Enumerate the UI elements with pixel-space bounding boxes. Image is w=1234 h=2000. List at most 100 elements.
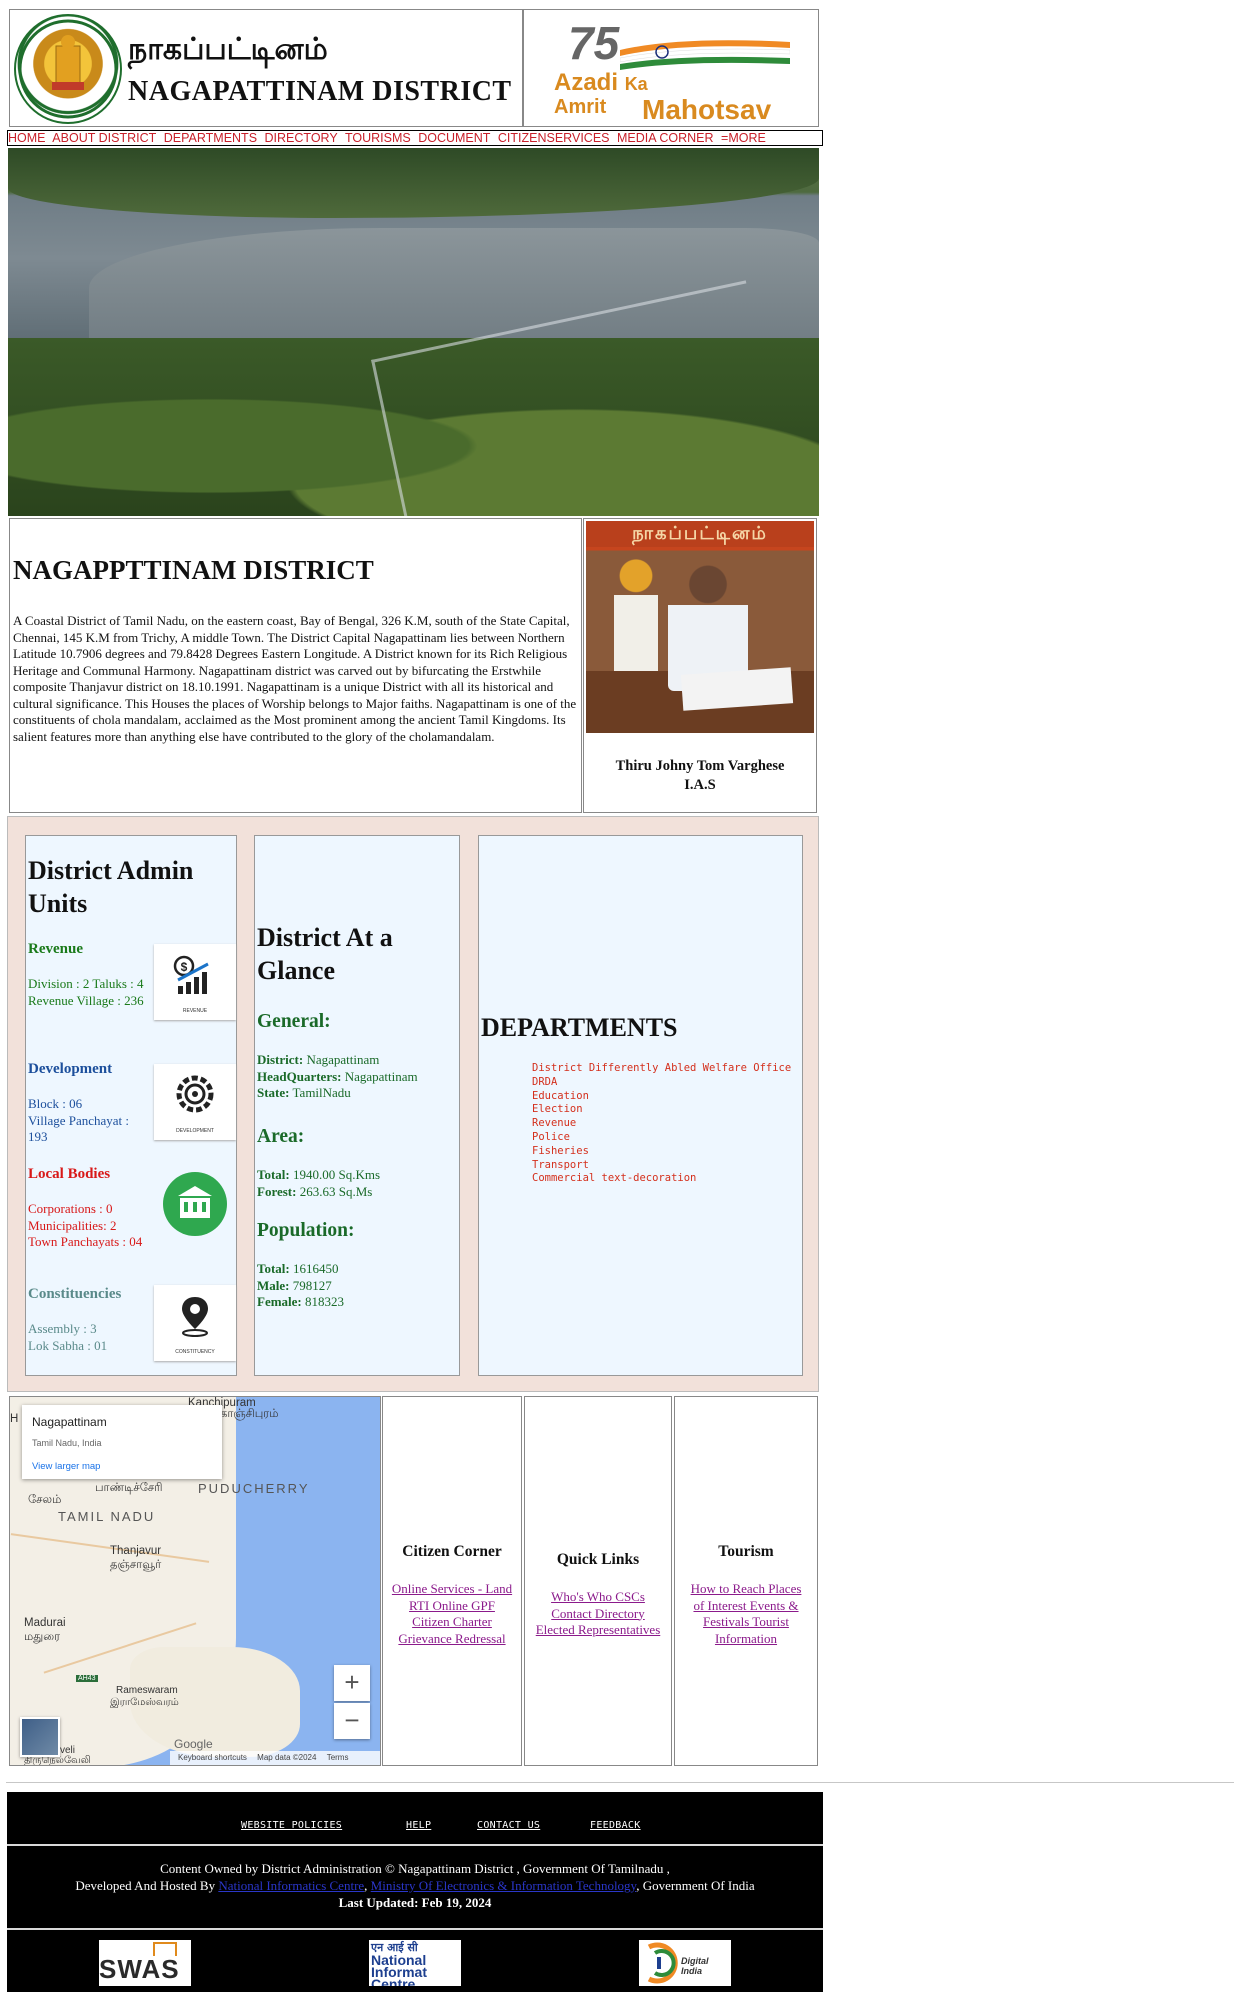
swaas-logo[interactable]: SWAS <box>99 1940 191 1986</box>
department-item[interactable]: Education <box>532 1090 791 1104</box>
revenue-icon[interactable]: $ REVENUE <box>154 944 236 1020</box>
footer-contact-us[interactable]: CONTACT US <box>477 1820 540 1831</box>
amrit-word: Amrit <box>554 96 607 118</box>
tourism-link[interactable]: How to Reach Places <box>691 1581 802 1596</box>
collector-name-line2: I.A.S <box>684 777 716 793</box>
map-satellite-toggle[interactable] <box>20 1717 60 1757</box>
azadi-75-text: 75 <box>568 17 620 69</box>
nic-logo[interactable]: एन आई सी National Informat Centre <box>369 1940 461 1986</box>
hero-banner-image <box>8 148 819 516</box>
footer-ownership: Content Owned by District Administration… <box>160 1861 670 1876</box>
map-zoom-in-button[interactable]: + <box>334 1665 370 1701</box>
citizen-corner-link[interactable]: RTI Online GPF <box>409 1598 495 1613</box>
quick-link[interactable]: Contact Directory <box>551 1606 645 1621</box>
footer-feedback[interactable]: FEEDBACK <box>590 1820 641 1831</box>
department-item[interactable]: Police <box>532 1131 791 1145</box>
collector-name-line1: Thiru Johny Tom Varghese <box>615 758 785 774</box>
map-zoom-out-button[interactable]: − <box>334 1703 370 1739</box>
quick-link[interactable]: Who's Who CSCs <box>551 1589 645 1604</box>
department-item[interactable]: DRDA <box>532 1076 791 1090</box>
map-road-badge: AH43 <box>76 1675 98 1682</box>
department-item[interactable]: Election <box>532 1103 791 1117</box>
glance-general-heading: General: <box>257 1011 331 1032</box>
department-item[interactable]: Revenue <box>532 1117 791 1131</box>
google-map-embed[interactable]: H Kanchipuram காஞ்சிபுரம் பாண்டிச்சேரி P… <box>9 1396 381 1766</box>
map-label-rameswaram: Rameswaram <box>116 1685 178 1696</box>
map-label-puducherry-ta: பாண்டிச்சேரி <box>95 1482 163 1494</box>
nav-citizen-services[interactable]: CITIZENSERVICES <box>498 131 610 145</box>
glance-value: 798127 <box>289 1277 332 1293</box>
citizen-corner-link[interactable]: Grievance Redressal <box>398 1631 505 1646</box>
map-label-salem-ta: சேலம் <box>28 1494 62 1506</box>
nav-more[interactable]: =MORE <box>721 131 766 145</box>
glance-key: District: <box>257 1052 304 1067</box>
revenue-icon-caption: REVENUE <box>182 1008 208 1014</box>
constituency-icon[interactable]: CONSTITUENCY <box>154 1285 236 1361</box>
development-icon[interactable]: DEVELOPMENT <box>154 1064 236 1140</box>
swaas-logo-mark <box>153 1942 177 1956</box>
map-label-thanjavur-ta: தஞ்சாவூர் <box>110 1559 162 1571</box>
mahotsav-word: Mahotsav <box>642 94 772 125</box>
footer-meity-link[interactable]: Ministry Of Electronics & Information Te… <box>371 1878 637 1893</box>
district-intro: NAGAPPTTINAM DISTRICT A Coastal District… <box>9 518 582 813</box>
map-label-puducherry: PUDUCHERRY <box>198 1481 310 1496</box>
glance-key: Male: <box>257 1277 290 1293</box>
azadi-word: Azadi <box>554 69 619 96</box>
digital-india-logo[interactable]: Digital India <box>639 1940 731 1986</box>
tourism-link[interactable]: Information <box>715 1631 777 1646</box>
revenue-chart-icon: $ <box>173 955 209 994</box>
citizen-corner-link[interactable]: Citizen Charter <box>412 1614 492 1629</box>
map-label: H <box>10 1413 19 1425</box>
map-label-thanjavur: Thanjavur <box>110 1545 162 1557</box>
citizen-corner-links: Online Services - Land RTI Online GPF Ci… <box>383 1581 521 1647</box>
map-keyboard-shortcuts[interactable]: Keyboard shortcuts <box>178 1753 247 1762</box>
glance-value: Nagapattinam <box>341 1068 418 1084</box>
tourism-link[interactable]: Festivals Tourist <box>703 1614 789 1629</box>
view-larger-map-link[interactable]: View larger map <box>32 1461 100 1472</box>
tourism-heading: Tourism <box>718 1543 774 1560</box>
map-data-attribution: Map data ©2024 <box>257 1753 317 1762</box>
nav-directory[interactable]: DIRECTORY <box>265 131 338 145</box>
nav-home[interactable]: HOME <box>8 131 46 145</box>
azadi-line1: Azadi Ka Amrit <box>554 69 648 119</box>
nav-tourisms[interactable]: TOURISMS <box>345 131 411 145</box>
glance-key: HeadQuarters: <box>257 1068 342 1084</box>
main-nav: HOME ABOUT DISTRICT DEPARTMENTS DIRECTOR… <box>7 130 823 146</box>
page-footer: WEBSITE POLICIES HELP CONTACT US FEEDBAC… <box>7 1792 823 1992</box>
footer-info: Content Owned by District Administration… <box>7 1860 823 1911</box>
map-label-rameswaram-ta: இராமேஸ்வரம் <box>110 1697 179 1708</box>
map-label-kanchipuram-ta: காஞ்சிபுரம் <box>220 1408 279 1420</box>
admin-units-heading: District Admin Units <box>28 856 194 918</box>
digital-india-logo-text: Digital India <box>681 1956 709 1976</box>
footer-nic-link[interactable]: National Informatics Centre <box>218 1878 364 1893</box>
footer-website-policies[interactable]: WEBSITE POLICIES <box>241 1820 342 1831</box>
quick-link[interactable]: Elected Representatives <box>536 1622 661 1637</box>
glance-population-list: Total: 1616450 Male: 798127 Female: 8183… <box>257 1261 344 1311</box>
local-bodies-icon[interactable] <box>154 1166 236 1242</box>
unit-local-bodies-line: Corporations : 0 <box>28 1201 113 1216</box>
department-item[interactable]: District Differently Abled Welfare Offic… <box>532 1062 791 1076</box>
nav-document[interactable]: DOCUMENT <box>418 131 490 145</box>
tourism-link[interactable]: of Interest Events & <box>693 1598 798 1613</box>
nav-about-district[interactable]: ABOUT DISTRICT <box>52 131 156 145</box>
glance-area-heading: Area: <box>257 1126 305 1147</box>
intro-heading: NAGAPPTTINAM DISTRICT <box>13 555 374 585</box>
hero-trees-top <box>8 148 819 218</box>
departments-heading: DEPARTMENTS <box>481 1013 678 1042</box>
nav-media-corner[interactable]: MEDIA CORNER <box>617 131 714 145</box>
emblem-icon <box>18 19 118 119</box>
unit-constituencies-line: Lok Sabha : 01 <box>28 1337 108 1353</box>
nav-departments[interactable]: DEPARTMENTS <box>164 131 257 145</box>
map-terms-link[interactable]: Terms <box>327 1753 349 1762</box>
glance-value: 1616450 <box>289 1261 339 1276</box>
department-item[interactable]: Commercial text-decoration <box>532 1172 791 1186</box>
unit-local-bodies-title: Local Bodies <box>28 1166 111 1182</box>
footer-help[interactable]: HELP <box>406 1820 431 1831</box>
unit-revenue-line: Revenue Village : 236 <box>28 992 144 1008</box>
department-item[interactable]: Fisheries <box>532 1145 791 1159</box>
photo-banner: நாகப்பட்டினம் <box>586 521 814 547</box>
department-item[interactable]: Transport <box>532 1159 791 1173</box>
glance-key: Forest: <box>257 1183 297 1199</box>
glance-heading: District At a Glance <box>257 923 393 985</box>
citizen-corner-link[interactable]: Online Services - Land <box>392 1581 512 1596</box>
